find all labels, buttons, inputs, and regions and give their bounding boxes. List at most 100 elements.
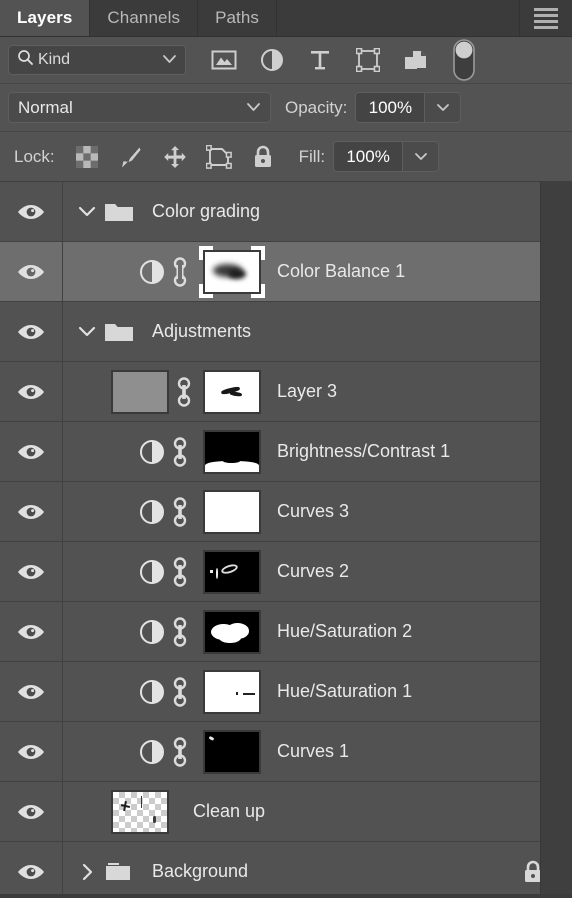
tab-channels[interactable]: Channels [90, 0, 199, 36]
blend-mode-dropdown[interactable]: Normal [8, 92, 271, 123]
visibility-eye-icon[interactable] [0, 782, 63, 841]
chevron-down-icon[interactable] [74, 205, 100, 218]
link-chain-icon[interactable] [165, 436, 195, 467]
lock-all-icon[interactable] [241, 138, 285, 176]
layer-name[interactable]: Curves 2 [277, 561, 349, 582]
layer-mask-thumbnail[interactable] [203, 489, 261, 534]
fill-value[interactable]: 100% [334, 142, 403, 171]
layer-mask-thumbnail[interactable] [203, 669, 261, 714]
filter-row: Kind [0, 37, 572, 84]
adjustment-half-circle-icon [139, 259, 165, 285]
visibility-eye-icon[interactable] [0, 482, 63, 541]
layer-row-body[interactable]: Background [63, 842, 572, 894]
filter-type-layers-icon[interactable] [296, 42, 344, 78]
layer-name[interactable]: Background [152, 861, 248, 882]
table-row[interactable]: Adjustments [0, 302, 572, 362]
chevron-down-icon[interactable] [74, 325, 100, 338]
link-chain-icon[interactable] [165, 496, 195, 527]
table-row[interactable]: Color Balance 1 [0, 242, 572, 302]
tab-layers[interactable]: Layers [0, 0, 91, 36]
visibility-eye-icon[interactable] [0, 362, 63, 421]
visibility-eye-icon[interactable] [0, 302, 63, 361]
filter-smart-object-layers-icon[interactable] [392, 42, 440, 78]
table-row[interactable]: Layer 3 [0, 362, 572, 422]
layer-row-body[interactable]: Layer 3 [63, 362, 572, 421]
table-row[interactable]: Hue/Saturation 2 [0, 602, 572, 662]
filter-kind-dropdown[interactable]: Kind [8, 45, 186, 75]
visibility-eye-icon[interactable] [0, 182, 63, 241]
layer-row-body[interactable]: Hue/Saturation 1 [63, 662, 572, 721]
layer-mask-thumbnail[interactable] [203, 609, 261, 654]
layer-list[interactable]: Color grading Color Balance 1 Adjustment… [0, 182, 572, 894]
link-chain-icon[interactable] [165, 256, 195, 287]
layer-mask-thumbnail[interactable] [199, 245, 265, 298]
layer-row-body[interactable]: Brightness/Contrast 1 [63, 422, 572, 481]
fill-field[interactable]: 100% [333, 141, 440, 172]
layer-thumbnail[interactable] [111, 789, 169, 834]
table-row[interactable]: Color grading [0, 182, 572, 242]
layer-row-body[interactable]: Color Balance 1 [63, 242, 572, 301]
chevron-right-icon[interactable] [74, 862, 100, 882]
table-row[interactable]: Curves 3 [0, 482, 572, 542]
visibility-eye-icon[interactable] [0, 602, 63, 661]
fill-stepper-chevron-down-icon[interactable] [402, 142, 439, 171]
link-chain-icon[interactable] [165, 556, 195, 587]
layer-mask-thumbnail[interactable] [203, 369, 261, 414]
layer-thumbnail[interactable] [111, 369, 169, 414]
folder-icon [102, 200, 136, 224]
layer-row-body[interactable]: Hue/Saturation 2 [63, 602, 572, 661]
layer-name[interactable]: Color grading [152, 201, 260, 222]
layer-mask-thumbnail[interactable] [203, 429, 261, 474]
visibility-eye-icon[interactable] [0, 242, 63, 301]
visibility-eye-icon[interactable] [0, 662, 63, 721]
hamburger-menu-icon[interactable] [520, 0, 572, 36]
layer-name[interactable]: Hue/Saturation 1 [277, 681, 412, 702]
layer-row-body[interactable]: Curves 1 [63, 722, 572, 781]
layer-name[interactable]: Adjustments [152, 321, 251, 342]
table-row[interactable]: Brightness/Contrast 1 [0, 422, 572, 482]
filter-pixel-layers-icon[interactable] [200, 42, 248, 78]
layer-row-body[interactable]: Curves 3 [63, 482, 572, 541]
layer-row-body[interactable]: Clean up [63, 782, 572, 841]
layer-mask-thumbnail[interactable] [203, 549, 261, 594]
lock-image-pixels-icon[interactable] [109, 138, 153, 176]
layer-row-body[interactable]: Adjustments [63, 302, 572, 361]
lock-artboard-nesting-icon[interactable] [197, 138, 241, 176]
layer-name[interactable]: Layer 3 [277, 381, 337, 402]
visibility-eye-icon[interactable] [0, 542, 63, 601]
filter-shape-layers-icon[interactable] [344, 42, 392, 78]
opacity-stepper-chevron-down-icon[interactable] [424, 93, 461, 122]
filter-enable-toggle[interactable] [440, 39, 488, 81]
vertical-scrollbar[interactable] [540, 182, 572, 894]
link-chain-icon[interactable] [165, 676, 195, 707]
layer-row-body[interactable]: Color grading [63, 182, 572, 241]
link-chain-icon[interactable] [165, 616, 195, 647]
link-chain-icon[interactable] [165, 736, 195, 767]
tab-layers-label: Layers [17, 8, 73, 27]
table-row[interactable]: Curves 2 [0, 542, 572, 602]
visibility-eye-icon[interactable] [0, 842, 63, 894]
table-row[interactable]: Hue/Saturation 1 [0, 662, 572, 722]
lock-position-icon[interactable] [153, 138, 197, 176]
visibility-eye-icon[interactable] [0, 422, 63, 481]
tab-paths[interactable]: Paths [198, 0, 278, 36]
lock-transparent-pixels-icon[interactable] [65, 138, 109, 176]
filter-adjustment-layers-icon[interactable] [248, 42, 296, 78]
visibility-eye-icon[interactable] [0, 722, 63, 781]
layer-mask-thumbnail[interactable] [203, 729, 261, 774]
layer-name[interactable]: Hue/Saturation 2 [277, 621, 412, 642]
opacity-field[interactable]: 100% [355, 92, 462, 123]
layer-name[interactable]: Brightness/Contrast 1 [277, 441, 450, 462]
layer-name[interactable]: Curves 1 [277, 741, 349, 762]
opacity-value[interactable]: 100% [356, 93, 425, 122]
adjustment-half-circle-icon [139, 739, 165, 765]
table-row[interactable]: Clean up [0, 782, 572, 842]
link-chain-icon[interactable] [169, 376, 199, 407]
layer-row-body[interactable]: Curves 2 [63, 542, 572, 601]
layer-name[interactable]: Curves 3 [277, 501, 349, 522]
table-row[interactable]: Curves 1 [0, 722, 572, 782]
adjustment-half-circle-icon [139, 679, 165, 705]
layer-name[interactable]: Clean up [193, 801, 265, 822]
table-row[interactable]: Background [0, 842, 572, 894]
layer-name[interactable]: Color Balance 1 [277, 261, 405, 282]
